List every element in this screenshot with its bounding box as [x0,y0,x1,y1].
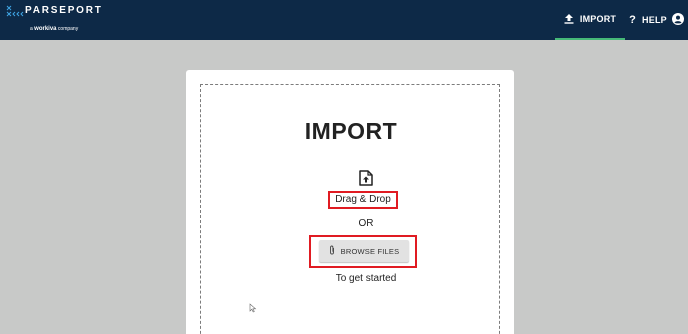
user-icon [672,13,684,27]
top-navigation-bar: PARSEPORT a workiva company IMPORT ? HEL… [0,0,688,40]
tagline-suffix: company [57,26,79,32]
brand-name: PARSEPORT [25,5,103,16]
get-started-text: To get started [335,273,397,284]
file-upload-icon [359,170,373,186]
browse-files-label: BROWSE FILES [340,246,400,256]
drag-drop-text: Drag & Drop [328,191,398,209]
tagline-brand: workiva [34,26,57,32]
brand-tagline: a workiva company [30,26,78,32]
mouse-cursor-icon [249,300,257,313]
tagline-prefix: a [30,26,33,32]
upload-icon [564,13,574,26]
browse-files-button[interactable]: BROWSE FILES [319,240,409,262]
nav-import[interactable]: IMPORT [555,0,625,40]
nav-help-label: HELP [642,15,667,25]
page-title: IMPORT [304,118,398,144]
nav-import-label: IMPORT [579,14,617,24]
file-drop-zone[interactable]: IMPORT Drag & Drop OR BROWSE FILES To ge… [200,84,500,334]
import-card: IMPORT Drag & Drop OR BROWSE FILES To ge… [186,70,514,334]
parseport-logo[interactable]: PARSEPORT a workiva company [6,4,101,34]
question-icon: ? [629,14,637,26]
nav-user-menu[interactable] [672,0,688,40]
paperclip-icon [329,245,335,257]
or-separator: OR [358,218,374,229]
nav-help[interactable]: ? HELP [628,0,668,40]
